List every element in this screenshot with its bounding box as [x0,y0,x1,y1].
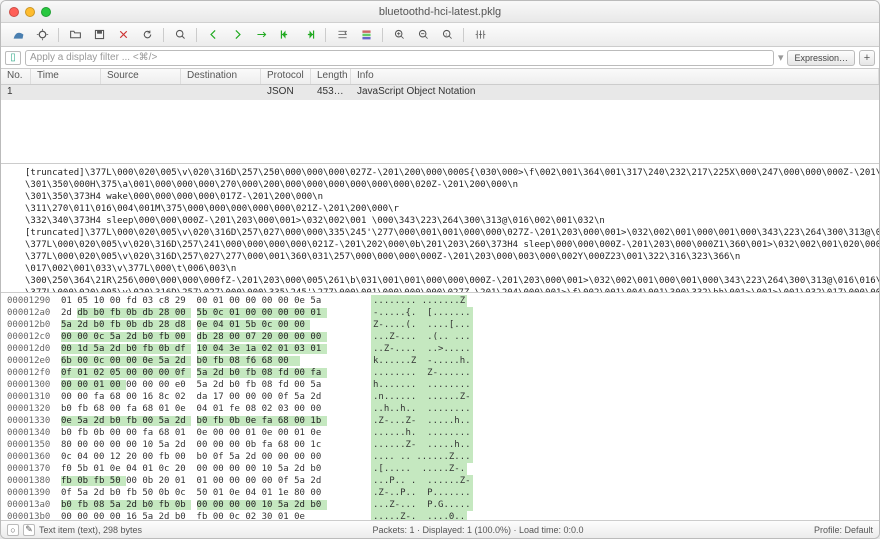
hex-row[interactable]: 00001310 00 00 fa 68 00 16 8c 02 da 17 0… [7,391,873,403]
hex-row[interactable]: 000012f0 0f 01 02 05 00 00 00 0f 5a 2d b… [7,367,873,379]
hex-row[interactable]: 000012e0 6b 00 0c 00 00 0e 5a 2d b0 fb 0… [7,355,873,367]
hex-row[interactable]: 00001380 fb 0b fb 50 00 0b 20 01 01 00 0… [7,475,873,487]
capture-options-icon[interactable] [31,26,53,44]
go-to-packet-icon[interactable] [250,26,272,44]
go-first-icon[interactable] [274,26,296,44]
cell-no: 1 [1,85,31,100]
hex-row[interactable]: 00001350 80 00 00 00 00 10 5a 2d 00 00 0… [7,439,873,451]
col-header-protocol[interactable]: Protocol [261,69,311,84]
hex-row[interactable]: 00001390 0f 5a 2d b0 fb 50 0b 0c 50 01 0… [7,487,873,499]
packet-list-pane: No. Time Source Destination Protocol Len… [1,69,879,163]
hex-row[interactable]: 000012b0 5a 2d b0 fb 0b db 28 d8 0e 04 0… [7,319,873,331]
detail-line[interactable]: \377L\000\020\005\v\020\316D\257\241\000… [25,239,867,251]
hex-row[interactable]: 00001320 b0 fb 68 00 fa 68 01 0e 04 01 f… [7,403,873,415]
save-icon[interactable] [88,26,110,44]
zoom-out-icon[interactable] [412,26,434,44]
shark-fin-icon[interactable] [7,26,29,44]
detail-line[interactable]: \017\002\001\033\v\377L\000\t\006\003\n [25,263,867,275]
status-text-center: Packets: 1 · Displayed: 1 (100.0%) · Loa… [148,525,808,535]
col-header-source[interactable]: Source [101,69,181,84]
hex-row[interactable]: 00001370 f0 5b 01 0e 04 01 0c 20 00 00 0… [7,463,873,475]
go-forward-icon[interactable] [226,26,248,44]
display-filter-input[interactable] [25,50,774,66]
capture-file-icon[interactable]: ✎ [23,524,35,536]
window-title: bluetoothd-hci-latest.pklg [1,6,879,18]
expression-button[interactable]: Expression… [787,50,855,66]
filter-bar: ▯ ▾ Expression… + [1,47,879,69]
find-icon[interactable] [169,26,191,44]
open-file-icon[interactable] [64,26,86,44]
packet-list-empty [1,101,879,163]
colorize-icon[interactable] [355,26,377,44]
detail-line[interactable]: \300\250\364\21R\256\000\000\000\000fZ-\… [25,275,867,287]
detail-line[interactable]: \311\270\011\016\004\001M\375\000\000\00… [25,203,867,215]
hex-row[interactable]: 00001290 01 05 10 00 fd 03 c8 29 00 01 0… [7,295,873,307]
hex-row[interactable]: 000012c0 00 00 0c 5a 2d b0 fb 00 db 28 0… [7,331,873,343]
hex-row[interactable]: 000012d0 00 1d 5a 2d b0 fb 0b df 10 04 3… [7,343,873,355]
expert-info-icon[interactable]: ○ [7,524,19,536]
resize-columns-icon[interactable] [469,26,491,44]
zoom-in-icon[interactable] [388,26,410,44]
cell-protocol: JSON [261,85,311,100]
detail-line[interactable]: \301\350\373H4 wake\000\000\000\000\017Z… [25,191,867,203]
detail-line[interactable]: [truncated]\377L\000\020\005\v\020\316D\… [25,167,867,179]
hex-row[interactable]: 000012a0 2d db b0 fb 0b db 28 00 5b 0c 0… [7,307,873,319]
go-back-icon[interactable] [202,26,224,44]
reload-icon[interactable] [136,26,158,44]
filter-dropdown-icon[interactable]: ▾ [778,51,784,64]
col-header-no[interactable]: No. [1,69,31,84]
hex-row[interactable]: 00001300 00 00 01 00 00 00 00 e0 5a 2d b… [7,379,873,391]
cell-info: JavaScript Object Notation [351,85,879,100]
add-filter-button[interactable]: + [859,50,875,66]
packet-list-header: No. Time Source Destination Protocol Len… [1,69,879,85]
detail-line[interactable]: [truncated]\377L\000\020\005\v\020\316D\… [25,227,867,239]
detail-line[interactable]: \301\350\000H\375\a\001\000\000\000\270\… [25,179,867,191]
col-header-info[interactable]: Info [351,69,879,84]
auto-scroll-icon[interactable] [331,26,353,44]
cell-source [101,85,181,100]
hex-row[interactable]: 00001340 b0 fb 0b 00 00 fa 68 01 0e 00 0… [7,427,873,439]
go-last-icon[interactable] [298,26,320,44]
status-bar: ○ ✎ Text item (text), 298 bytes Packets:… [1,520,879,538]
main-toolbar: 1 [1,23,879,47]
close-file-icon[interactable] [112,26,134,44]
hex-row[interactable]: 000013a0 b0 fb 08 5a 2d b0 fb 0b 00 00 0… [7,499,873,511]
app-window: bluetoothd-hci-latest.pklg 1 ▯ ▾ Express… [0,0,880,539]
packet-details-pane[interactable]: [truncated]\377L\000\020\005\v\020\316D\… [1,163,879,292]
hex-row[interactable]: 00001360 0c 04 00 12 20 00 fb 00 b0 0f 5… [7,451,873,463]
cell-length: 453… [311,85,351,100]
col-header-time[interactable]: Time [31,69,101,84]
cell-time [31,85,101,100]
hex-row[interactable]: 000013b0 00 00 00 00 16 5a 2d b0 fb 00 0… [7,511,873,520]
status-text-right[interactable]: Profile: Default [814,525,873,535]
hex-dump-pane[interactable]: 00001290 01 05 10 00 fd 03 c8 29 00 01 0… [1,292,879,520]
packet-row[interactable]: 1 JSON 453… JavaScript Object Notation [1,85,879,101]
bookmark-filter-icon[interactable]: ▯ [5,51,21,65]
titlebar: bluetoothd-hci-latest.pklg [1,1,879,23]
col-header-destination[interactable]: Destination [181,69,261,84]
hex-row[interactable]: 00001330 0e 5a 2d b0 fb 00 5a 2d b0 fb 0… [7,415,873,427]
detail-line[interactable]: \377L\000\020\005\v\020\316D\257\027\277… [25,251,867,263]
zoom-reset-icon[interactable]: 1 [436,26,458,44]
cell-destination [181,85,261,100]
col-header-length[interactable]: Length [311,69,351,84]
detail-line[interactable]: \332\340\373H4 sleep\000\000\000Z-\201\2… [25,215,867,227]
svg-text:1: 1 [445,31,448,36]
status-text-left: Text item (text), 298 bytes [39,525,142,535]
